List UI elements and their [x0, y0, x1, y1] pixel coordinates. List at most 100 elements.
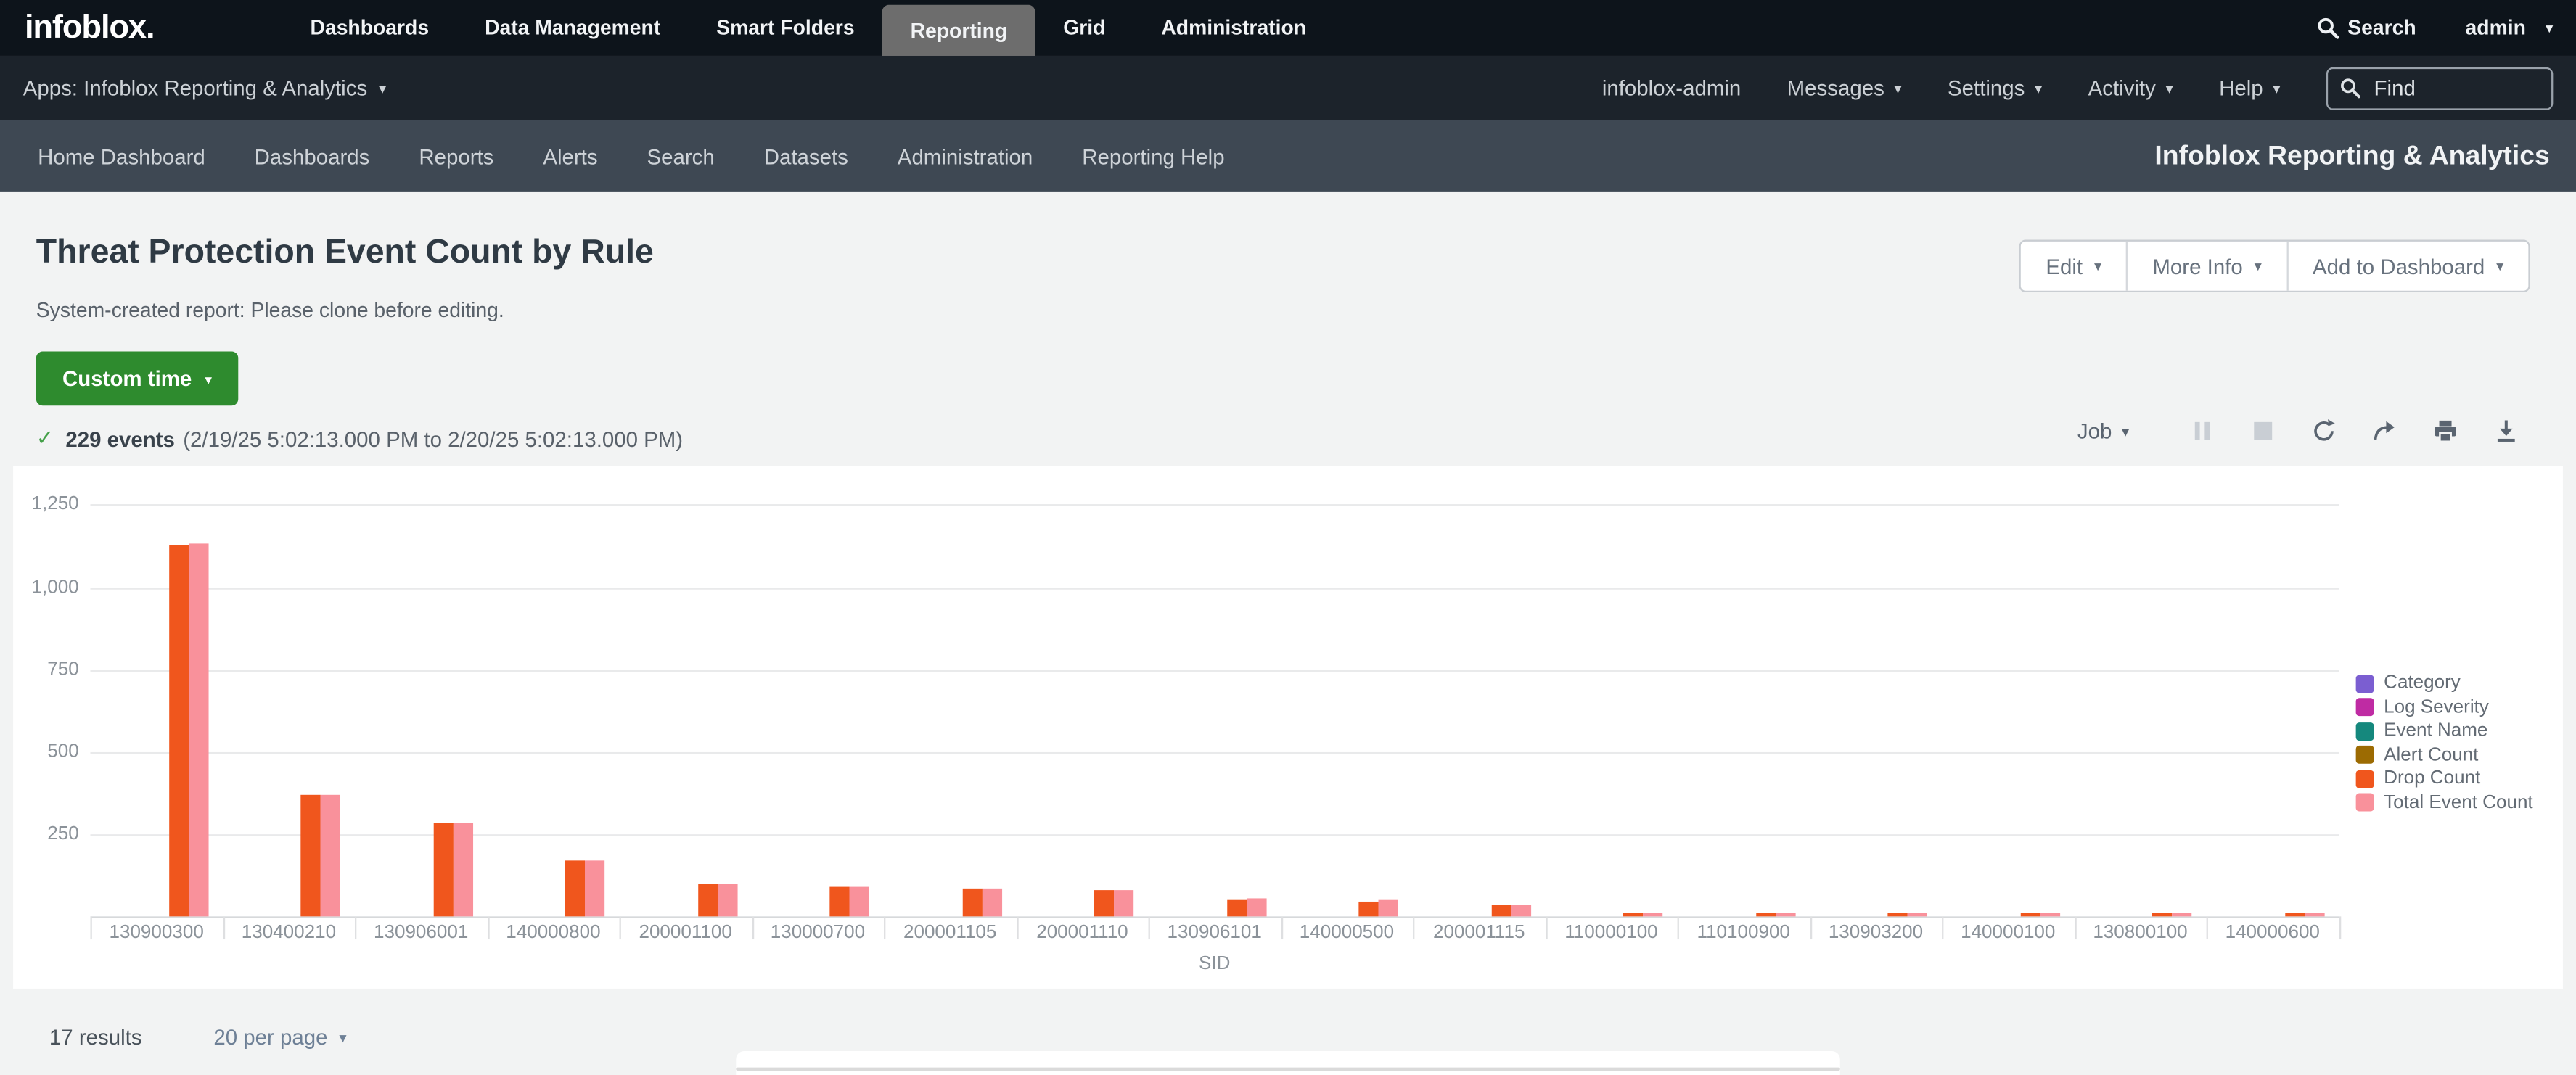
bar-total-event-count-140000500[interactable] [1379, 901, 1398, 917]
x-axis-tick [1545, 916, 1546, 939]
legend-label-total-event-count: Total Event Count [2384, 792, 2533, 812]
menu-help[interactable]: Help▾ [2219, 75, 2280, 100]
nav-item-search[interactable]: Search [623, 144, 739, 168]
user-menu[interactable]: admin ▾ [2466, 17, 2554, 40]
nav-item-reporting-help[interactable]: Reporting Help [1057, 144, 1249, 168]
find-search-box[interactable] [2326, 67, 2553, 110]
legend-item-event-name[interactable]: Event Name [2356, 721, 2533, 741]
export-button[interactable] [2476, 419, 2537, 443]
pause-icon [2194, 422, 2210, 440]
bar-total-event-count-130000700[interactable] [850, 886, 869, 917]
stop-button[interactable] [2233, 422, 2294, 440]
bar-total-event-count-200001105[interactable] [983, 888, 1002, 916]
bar-drop-count-130906101[interactable] [1227, 899, 1247, 917]
events-time-range: (2/19/25 5:02:13.000 PM to 2/20/25 5:02:… [183, 427, 683, 451]
bar-drop-count-200001105[interactable] [962, 889, 982, 916]
share-button[interactable] [2354, 419, 2415, 443]
account-menu-infoblox-admin[interactable]: infoblox-admin [1602, 75, 1741, 100]
per-page-label: 20 per page [213, 1025, 327, 1050]
bar-total-event-count-130900300[interactable] [189, 543, 208, 916]
bar-drop-count-130000700[interactable] [830, 886, 850, 916]
bar-total-event-count-200001115[interactable] [1511, 905, 1531, 916]
nav-item-home-dashboard[interactable]: Home Dashboard [13, 144, 230, 168]
bar-drop-count-130400210[interactable] [301, 795, 321, 916]
legend-item-drop-count[interactable]: Drop Count [2356, 769, 2533, 788]
apps-selector[interactable]: Apps: Infoblox Reporting & Analytics ▾ [23, 75, 387, 100]
topnav-item-reporting[interactable]: Reporting [882, 5, 1035, 56]
menu-messages[interactable]: Messages▾ [1787, 75, 1902, 100]
print-button[interactable] [2415, 419, 2476, 443]
bar-drop-count-140000500[interactable] [1359, 901, 1379, 916]
topbar-right: Search admin ▾ [2316, 17, 2553, 40]
nav-item-datasets[interactable]: Datasets [739, 144, 873, 168]
bar-drop-count-140000100[interactable] [2020, 914, 2040, 917]
topnav-item-administration[interactable]: Administration [1133, 0, 1334, 56]
gridline-500 [91, 751, 2339, 753]
global-search-button[interactable]: Search [2316, 17, 2416, 40]
topnav-item-dashboards[interactable]: Dashboards [282, 0, 457, 56]
bar-drop-count-130800100[interactable] [2153, 914, 2173, 917]
more-info-button[interactable]: More Info▾ [2126, 242, 2286, 291]
custom-time-button[interactable]: Custom time ▾ [36, 352, 239, 406]
bar-drop-count-130906001[interactable] [433, 823, 453, 916]
bar-total-event-count-130400210[interactable] [321, 794, 340, 916]
find-input[interactable] [2371, 74, 2509, 102]
job-menu[interactable]: Job ▾ [2077, 419, 2129, 443]
events-count: 229 events [65, 427, 175, 451]
ytick-250: 250 [13, 824, 79, 844]
x-axis-title: SID [1199, 954, 1230, 973]
bar-total-event-count-200001110[interactable] [1115, 890, 1134, 916]
nav-item-reports[interactable]: Reports [394, 144, 518, 168]
bar-total-event-count-140000600[interactable] [2305, 913, 2324, 917]
bar-drop-count-130900300[interactable] [169, 545, 189, 916]
bar-total-event-count-110000100[interactable] [1644, 913, 1663, 917]
topnav-item-data-management[interactable]: Data Management [457, 0, 689, 56]
bar-total-event-count-130906101[interactable] [1247, 899, 1266, 916]
bar-drop-count-200001100[interactable] [698, 884, 718, 916]
add-to-dashboard-button[interactable]: Add to Dashboard▾ [2286, 242, 2529, 291]
custom-time-label: Custom time [62, 366, 192, 391]
reload-button[interactable] [2294, 419, 2355, 443]
legend-item-total-event-count[interactable]: Total Event Count [2356, 792, 2533, 812]
bar-total-event-count-130903200[interactable] [1908, 913, 1927, 917]
results-count: 17 results [49, 1025, 142, 1050]
bar-total-event-count-140000800[interactable] [586, 860, 605, 917]
nav-item-administration[interactable]: Administration [873, 144, 1057, 168]
report-title: Threat Protection Event Count by Rule [36, 233, 654, 272]
legend-item-category[interactable]: Category [2356, 673, 2533, 693]
bar-drop-count-200001115[interactable] [1491, 905, 1511, 916]
legend-swatch-log-severity [2356, 698, 2374, 716]
bar-drop-count-200001110[interactable] [1095, 891, 1115, 916]
topnav-item-grid[interactable]: Grid [1035, 0, 1133, 56]
legend-label-event-name: Event Name [2384, 721, 2487, 741]
x-axis-tick [2207, 916, 2208, 939]
bar-drop-count-110000100[interactable] [1624, 914, 1644, 917]
legend-item-log-severity[interactable]: Log Severity [2356, 697, 2533, 717]
caret-down-icon: ▾ [2546, 20, 2553, 38]
menu-settings[interactable]: Settings▾ [1948, 75, 2042, 100]
share-icon [2372, 419, 2397, 443]
bar-total-event-count-110100900[interactable] [1776, 913, 1795, 917]
bar-total-event-count-140000100[interactable] [2040, 913, 2060, 917]
topnav-item-smart-folders[interactable]: Smart Folders [689, 0, 882, 56]
per-page-dropdown[interactable]: 20 per page ▾ [213, 1025, 346, 1050]
bar-drop-count-130903200[interactable] [1888, 914, 1908, 917]
xtick-label-200001105: 200001105 [903, 923, 996, 942]
legend-label-drop-count: Drop Count [2384, 769, 2480, 788]
nav-item-alerts[interactable]: Alerts [518, 144, 622, 168]
bar-drop-count-140000600[interactable] [2285, 914, 2305, 917]
edit-button[interactable]: Edit▾ [2021, 242, 2126, 291]
bar-drop-count-110100900[interactable] [1756, 914, 1776, 917]
x-axis-tick [2339, 916, 2340, 939]
bar-total-event-count-130906001[interactable] [454, 823, 473, 917]
bar-total-event-count-130800100[interactable] [2173, 913, 2192, 917]
app-title: Infoblox Reporting & Analytics [2154, 141, 2549, 172]
legend-item-alert-count[interactable]: Alert Count [2356, 745, 2533, 765]
search-status-row: ✓ 229 events (2/19/25 5:02:13.000 PM to … [36, 425, 683, 451]
menu-activity[interactable]: Activity▾ [2088, 75, 2173, 100]
pause-button[interactable] [2172, 422, 2233, 440]
bar-drop-count-140000800[interactable] [566, 861, 586, 916]
bar-total-event-count-200001100[interactable] [718, 883, 737, 916]
nav-item-dashboards[interactable]: Dashboards [230, 144, 395, 168]
bar-chart-panel: 2505007501,0001,250130900300130400210130… [13, 466, 2563, 989]
